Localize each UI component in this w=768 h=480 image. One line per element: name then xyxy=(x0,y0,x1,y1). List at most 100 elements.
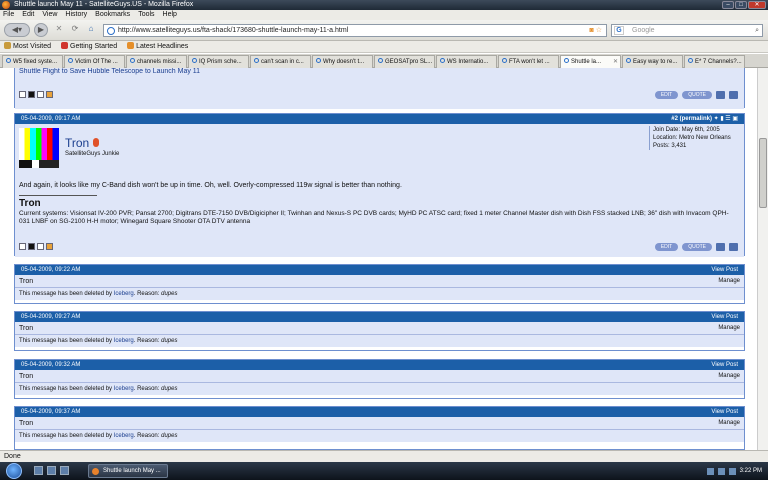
edit-button[interactable]: EDIT xyxy=(654,91,679,99)
multiquote-icon[interactable] xyxy=(716,243,725,251)
security-icon[interactable] xyxy=(728,467,736,475)
deleted-by-user[interactable]: Iceberg xyxy=(114,338,134,344)
edit-history-icon[interactable] xyxy=(37,91,44,98)
menu-edit[interactable]: Edit xyxy=(22,10,34,20)
quick-reply-icon[interactable] xyxy=(729,243,738,251)
search-icon[interactable]: ⌕ xyxy=(755,25,759,36)
tab-5[interactable]: Why doesn't t... xyxy=(312,55,373,68)
user-status-icon xyxy=(93,138,99,147)
user-title: SatelliteGuys Junkie xyxy=(65,151,120,157)
tab-8[interactable]: FTA won't let ... xyxy=(498,55,559,68)
tab-2[interactable]: channels missi... xyxy=(126,55,187,68)
deleted-message: This message has been deleted by Iceberg… xyxy=(19,338,178,344)
post-username[interactable]: Tron xyxy=(65,136,89,150)
deleted-post-user[interactable]: Tron xyxy=(19,373,33,380)
tab-6[interactable]: GEOSATpro SL... xyxy=(374,55,435,68)
tab-1[interactable]: Victim Of The ... xyxy=(64,55,125,68)
deleted-by-user[interactable]: Iceberg xyxy=(114,433,134,439)
vertical-scrollbar[interactable] xyxy=(757,68,768,450)
navigation-toolbar: ◀▾ ▶ ✕ ⟳ ⌂ http://www.satelliteguys.us/f… xyxy=(0,20,768,41)
tab-9[interactable]: Shuttle la... ✕ xyxy=(560,55,621,68)
close-button[interactable]: ✕ xyxy=(748,1,766,9)
manage-link[interactable]: Manage xyxy=(718,275,740,288)
deleted-post-user[interactable]: Tron xyxy=(19,420,33,427)
edit-button[interactable]: EDIT xyxy=(654,243,679,251)
search-input[interactable]: G Google ⌕ xyxy=(611,24,763,37)
taskbar-item-firefox[interactable]: Shuttle launch May ... xyxy=(88,464,168,478)
menu-view[interactable]: View xyxy=(42,10,57,20)
ip-icon[interactable] xyxy=(28,243,35,250)
home-icon[interactable]: ⌂ xyxy=(84,23,98,37)
warn-icon[interactable] xyxy=(46,243,53,250)
start-button[interactable] xyxy=(6,463,22,479)
forward-button[interactable]: ▶ xyxy=(34,23,48,37)
tab-favicon-icon xyxy=(440,58,445,63)
bookmark-getting-started[interactable]: Getting Started xyxy=(61,41,117,52)
quote-button[interactable]: QUOTE xyxy=(682,243,712,251)
menu-file[interactable]: File xyxy=(3,10,14,20)
tab-label: Easy way to re... xyxy=(633,59,678,65)
menu-history[interactable]: History xyxy=(65,10,87,20)
tab-label: Victim Of The ... xyxy=(75,59,118,65)
quote-button[interactable]: QUOTE xyxy=(682,91,712,99)
google-icon[interactable]: G xyxy=(614,26,624,35)
tab-label: W5 fixed syste... xyxy=(13,59,58,65)
menu-tools[interactable]: Tools xyxy=(138,10,154,20)
menu-bar: File Edit View History Bookmarks Tools H… xyxy=(0,10,768,20)
clock[interactable]: 3:22 PM xyxy=(740,462,762,480)
close-tab-icon[interactable]: ✕ xyxy=(613,56,618,68)
view-post-link[interactable]: View Post xyxy=(711,407,738,417)
address-bar[interactable]: http://www.satelliteguys.us/fta-shack/17… xyxy=(103,24,607,37)
scrollbar-thumb[interactable] xyxy=(759,138,767,208)
report-icon[interactable] xyxy=(19,91,26,98)
back-button[interactable]: ◀▾ xyxy=(4,23,30,37)
switch-windows-icon[interactable] xyxy=(47,466,56,475)
post-header: 05-04-2009, 09:17 AM #2 (permalink) ✦ ▮ … xyxy=(15,114,744,124)
tab-11[interactable]: E* 7 Channels?... xyxy=(684,55,745,68)
deleted-by-user[interactable]: Iceberg xyxy=(114,291,134,297)
quick-launch xyxy=(34,466,69,475)
rss-icon[interactable]: ◙ ☆ xyxy=(590,25,602,36)
manage-link[interactable]: Manage xyxy=(718,322,740,335)
quick-reply-icon[interactable] xyxy=(729,91,738,99)
tab-7[interactable]: WS Internatio... xyxy=(436,55,497,68)
view-post-link[interactable]: View Post xyxy=(711,360,738,370)
reload-icon[interactable]: ✕ xyxy=(52,23,66,37)
warn-icon[interactable] xyxy=(46,91,53,98)
minimize-button[interactable]: – xyxy=(722,1,734,9)
system-tray: 3:22 PM xyxy=(706,462,762,480)
avatar[interactable] xyxy=(19,128,59,168)
post-message: And again, it looks like my C-Band dish … xyxy=(19,182,402,189)
view-post-link[interactable]: View Post xyxy=(711,265,738,275)
maximize-button[interactable]: □ xyxy=(735,1,747,9)
menu-bookmarks[interactable]: Bookmarks xyxy=(95,10,130,20)
taskbar: Shuttle launch May ... 3:22 PM xyxy=(0,462,768,480)
bookmark-latest-headlines[interactable]: Latest Headlines xyxy=(127,41,188,52)
manage-link[interactable]: Manage xyxy=(718,417,740,430)
show-desktop-icon[interactable] xyxy=(34,466,43,475)
tab-favicon-icon xyxy=(68,58,73,63)
deleted-post-user[interactable]: Tron xyxy=(19,325,33,332)
menu-help[interactable]: Help xyxy=(163,10,177,20)
deleted-message: This message has been deleted by Iceberg… xyxy=(19,386,178,392)
deleted-by-user[interactable]: Iceberg xyxy=(114,386,134,392)
post-permalink[interactable]: #2 (permalink) xyxy=(671,116,712,122)
join-date: Join Date: May 6th, 2005 xyxy=(653,127,720,133)
report-icon[interactable] xyxy=(19,243,26,250)
tab-3[interactable]: IQ Prism sche... xyxy=(188,55,249,68)
edit-history-icon[interactable] xyxy=(37,243,44,250)
browser-launch-icon[interactable] xyxy=(60,466,69,475)
manage-link[interactable]: Manage xyxy=(718,370,740,383)
multiquote-icon[interactable] xyxy=(716,91,725,99)
ip-icon[interactable] xyxy=(28,91,35,98)
tab-0[interactable]: W5 fixed syste... xyxy=(2,55,63,68)
deleted-post-user[interactable]: Tron xyxy=(19,278,33,285)
tab-4[interactable]: can't scan in c... xyxy=(250,55,311,68)
view-post-link[interactable]: View Post xyxy=(711,312,738,322)
network-icon[interactable] xyxy=(706,467,714,475)
bookmark-most-visited[interactable]: Most Visited xyxy=(4,41,51,52)
volume-icon[interactable] xyxy=(717,467,725,475)
firefox-icon xyxy=(92,468,99,475)
stop-icon[interactable]: ⟳ xyxy=(68,23,82,37)
tab-10[interactable]: Easy way to re... xyxy=(622,55,683,68)
